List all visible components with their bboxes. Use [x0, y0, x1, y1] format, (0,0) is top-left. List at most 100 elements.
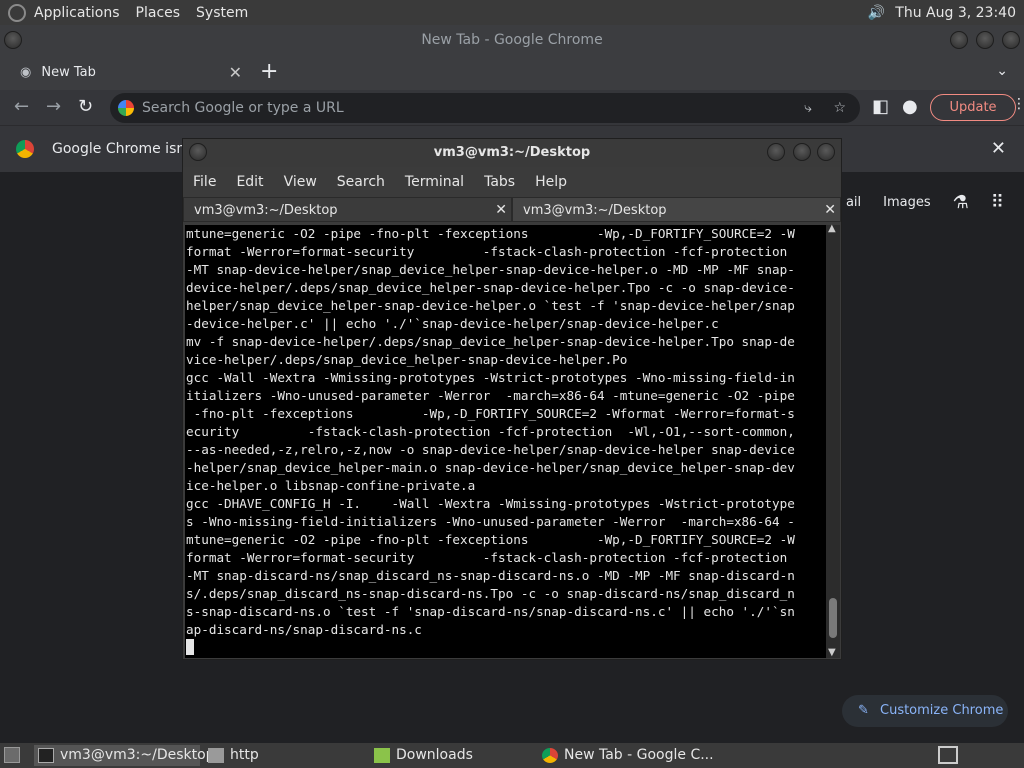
labs-flask-icon[interactable]: ⚗	[953, 192, 969, 213]
pencil-icon: ✎	[858, 703, 869, 718]
scroll-down-arrow-icon[interactable]: ▼	[828, 647, 836, 658]
tab-new-tab[interactable]: ◉ New Tab ✕	[8, 55, 248, 90]
panel-clock[interactable]: Thu Aug 3, 23:40	[895, 5, 1016, 21]
apps-grid-icon[interactable]: ⠿	[991, 192, 1004, 213]
terminal-line: mtune=generic -O2 -pipe -fno-plt -fexcep…	[186, 532, 795, 547]
terminal-output[interactable]: mtune=generic -O2 -pipe -fno-plt -fexcep…	[185, 225, 827, 658]
close-window-icon[interactable]	[1002, 31, 1020, 49]
terminal-window-menu-icon[interactable]	[189, 143, 207, 161]
terminal-tabbar: vm3@vm3:~/Desktop ✕ vm3@vm3:~/Desktop ✕	[183, 197, 841, 222]
terminal-tab-2[interactable]: vm3@vm3:~/Desktop ✕	[512, 197, 841, 222]
chrome-logo-icon	[16, 140, 34, 158]
terminal-line: vice-helper/.deps/snap_device_helper-sna…	[186, 352, 628, 367]
menu-help[interactable]: Help	[535, 174, 567, 190]
omnibox[interactable]: Search Google or type a URL ⤷ ☆	[110, 93, 860, 123]
chrome-icon	[542, 748, 558, 763]
terminal-maximize-icon[interactable]	[793, 143, 811, 161]
terminal-minimize-icon[interactable]	[767, 143, 785, 161]
taskbar-item-label: Downloads	[396, 747, 473, 763]
terminal-window: vm3@vm3:~/Desktop File Edit View Search …	[182, 138, 842, 660]
top-panel: Applications Places System 🔊 Thu Aug 3, …	[0, 0, 1024, 25]
volume-icon[interactable]: 🔊	[868, 5, 885, 21]
terminal-line: ice-helper.o libsnap-confine-private.a	[186, 478, 476, 493]
taskbar-item-chrome[interactable]: New Tab - Google C...	[538, 745, 738, 766]
gmail-link[interactable]: ail	[846, 195, 861, 210]
terminal-line: helper/snap_device_helper-snap-device-he…	[186, 298, 795, 313]
taskbar-item-terminal[interactable]: vm3@vm3:~/Desktop	[34, 745, 215, 766]
menu-file[interactable]: File	[193, 174, 216, 190]
chrome-window-title: New Tab - Google Chrome	[421, 32, 603, 48]
reload-icon[interactable]: ↻	[78, 96, 93, 117]
menu-view[interactable]: View	[284, 174, 317, 190]
terminal-line: mv -f snap-device-helper/.deps/snap_devi…	[186, 334, 795, 349]
panel-menu-system[interactable]: System	[188, 5, 256, 21]
menu-tabs[interactable]: Tabs	[484, 174, 515, 190]
scroll-up-arrow-icon[interactable]: ▲	[828, 223, 836, 234]
terminal-line: -MT snap-discard-ns/snap_discard_ns-snap…	[186, 568, 795, 583]
terminal-line: s-snap-discard-ns.o `test -f 'snap-disca…	[186, 604, 795, 619]
terminal-title: vm3@vm3:~/Desktop	[433, 145, 591, 160]
close-terminal-tab-icon[interactable]: ✕	[824, 198, 836, 223]
window-menu-icon[interactable]	[4, 31, 22, 49]
images-link[interactable]: Images	[883, 195, 931, 210]
terminal-line: s/.deps/snap_discard_ns-snap-discard-ns.…	[186, 586, 795, 601]
workspace-switcher-icon[interactable]	[938, 746, 958, 764]
bottom-taskbar: vm3@vm3:~/Desktop http Downloads New Tab…	[0, 743, 1024, 768]
menu-search[interactable]: Search	[337, 174, 385, 190]
menu-terminal[interactable]: Terminal	[405, 174, 464, 190]
terminal-scrollbar[interactable]: ▲ ▼	[826, 223, 840, 658]
update-button[interactable]: Update	[930, 94, 1016, 121]
terminal-line: -device-helper.c' || echo './'`snap-devi…	[186, 316, 719, 331]
profile-avatar-icon[interactable]: ●	[902, 96, 918, 117]
terminal-line: ecurity -fstack-clash-protection -fcf-pr…	[186, 424, 795, 439]
taskbar-item-label: http	[230, 747, 259, 763]
forward-arrow-icon[interactable]: →	[46, 96, 61, 117]
taskbar-item-http[interactable]: http	[204, 745, 370, 766]
chrome-titlebar[interactable]: New Tab - Google Chrome	[0, 25, 1024, 55]
folder-icon	[208, 748, 224, 763]
terminal-line: format -Werror=format-security -fstack-c…	[186, 244, 795, 259]
terminal-line: -MT snap-device-helper/snap_device_helpe…	[186, 262, 795, 277]
customize-chrome-button[interactable]: ✎ Customize Chrome	[842, 695, 1008, 727]
ntp-links: ail Images ⚗ ⠿	[846, 192, 1004, 213]
chrome-toolbar: ← → ↻ Search Google or type a URL ⤷ ☆ ◧ …	[0, 90, 1024, 125]
back-arrow-icon[interactable]: ←	[14, 96, 29, 117]
terminal-prompt-line	[186, 639, 827, 657]
terminal-line: ap-discard-ns/snap-discard-ns.c	[186, 622, 422, 637]
terminal-tab-1[interactable]: vm3@vm3:~/Desktop ✕	[183, 197, 512, 222]
new-tab-plus-icon[interactable]: +	[260, 59, 278, 84]
terminal-close-icon[interactable]	[817, 143, 835, 161]
terminal-line: gcc -Wall -Wextra -Wmissing-prototypes -…	[186, 370, 795, 385]
panel-menu-applications[interactable]: Applications	[26, 5, 128, 21]
maximize-icon[interactable]	[976, 31, 994, 49]
minimize-icon[interactable]	[950, 31, 968, 49]
distro-logo-icon[interactable]	[8, 3, 26, 22]
scrollbar-thumb[interactable]	[829, 598, 837, 638]
terminal-line: gcc -DHAVE_CONFIG_H -I. -Wall -Wextra -W…	[186, 496, 795, 511]
terminal-line: -fno-plt -fexceptions -Wp,-D_FORTIFY_SOU…	[186, 406, 795, 421]
terminal-tab-label: vm3@vm3:~/Desktop	[523, 203, 667, 218]
terminal-line: itializers -Wno-unused-parameter -Werror…	[186, 388, 795, 403]
taskbar-item-label: New Tab - Google C...	[564, 747, 714, 763]
taskbar-item-downloads[interactable]: Downloads	[370, 745, 536, 766]
close-tab-icon[interactable]: ✕	[229, 63, 242, 82]
omnibox-placeholder: Search Google or type a URL	[142, 100, 344, 116]
tab-title: New Tab	[41, 65, 96, 80]
share-icon[interactable]: ⤷	[804, 93, 812, 123]
tab-search-chevron-icon[interactable]: ⌄	[996, 63, 1008, 79]
show-desktop-icon[interactable]	[4, 747, 20, 763]
close-terminal-tab-icon[interactable]: ✕	[495, 198, 507, 223]
bookmark-star-icon[interactable]: ☆	[833, 93, 846, 123]
close-infobar-icon[interactable]: ✕	[991, 138, 1006, 159]
menu-edit[interactable]: Edit	[236, 174, 263, 190]
downloads-folder-icon	[374, 748, 390, 763]
terminal-line: --as-needed,-z,relro,-z,now -o snap-devi…	[186, 442, 795, 457]
terminal-line: s -Wno-missing-field-initializers -Wno-u…	[186, 514, 795, 529]
panel-menu-places[interactable]: Places	[128, 5, 189, 21]
terminal-line: format -Werror=format-security -fstack-c…	[186, 550, 795, 565]
terminal-menubar: File Edit View Search Terminal Tabs Help	[183, 167, 841, 197]
terminal-titlebar[interactable]: vm3@vm3:~/Desktop	[183, 139, 841, 167]
chrome-menu-icon[interactable]: ⋮	[1012, 96, 1024, 112]
side-panel-icon[interactable]: ◧	[872, 96, 889, 117]
terminal-line: device-helper/.deps/snap_device_helper-s…	[186, 280, 795, 295]
